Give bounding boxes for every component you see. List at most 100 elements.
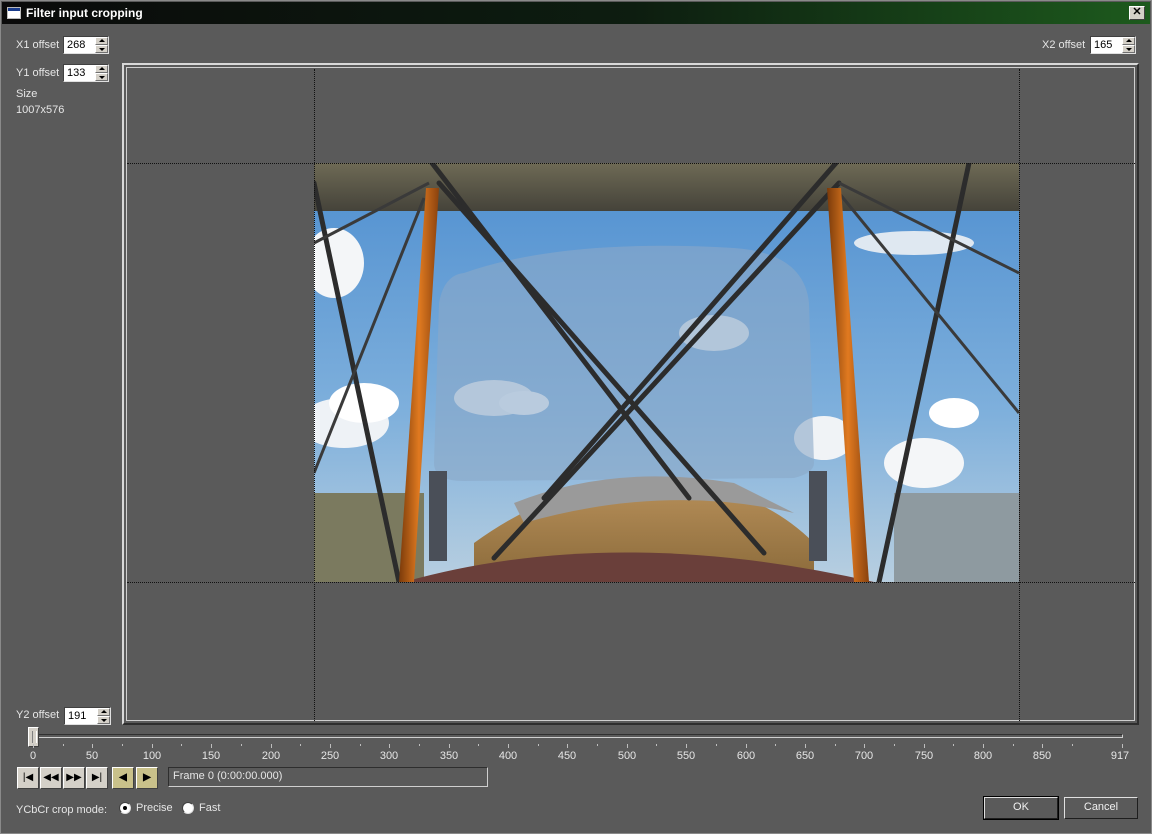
timeline-minor-tick — [181, 744, 182, 746]
timeline-tick — [924, 744, 925, 748]
next-keyframe-icon: ▶▶ — [66, 772, 82, 783]
timeline-tick — [567, 744, 568, 748]
timeline-minor-tick — [1072, 744, 1073, 746]
timeline-tick — [33, 744, 34, 748]
fast-radio[interactable] — [182, 802, 194, 814]
timeline-minor-tick — [63, 744, 64, 746]
timeline-tick-label: 100 — [142, 750, 162, 762]
timeline-minor-tick — [656, 744, 657, 746]
precise-radio[interactable] — [119, 802, 131, 814]
crop-guide-x1[interactable] — [314, 69, 315, 721]
next-key-icon: ▶ — [143, 772, 151, 783]
window-title: Filter input cropping — [26, 6, 143, 20]
timeline-minor-tick — [360, 744, 361, 746]
spin-down-icon[interactable] — [1122, 45, 1135, 53]
timeline-tick-label: 0 — [29, 750, 37, 762]
timeline-minor-tick — [241, 744, 242, 746]
y1-offset-value[interactable]: 133 — [67, 67, 85, 79]
x2-offset-spinner[interactable]: 165 — [1090, 36, 1136, 54]
crop-mode-label: YCbCr crop mode: — [16, 804, 108, 816]
timeline-tick-label: 350 — [439, 750, 459, 762]
prev-key-button[interactable]: ◀ — [112, 767, 134, 789]
timeline-minor-tick — [538, 744, 539, 746]
ok-button[interactable]: OK — [983, 796, 1059, 820]
slider-track[interactable] — [31, 734, 1123, 738]
size-label: Size — [16, 88, 38, 100]
cockpit-view-image — [314, 163, 1019, 582]
frame-text: Frame 0 (0:00:00.000) — [173, 770, 283, 782]
size-value: 1007x576 — [16, 104, 65, 116]
y2-offset-spinner[interactable]: 191 — [64, 707, 111, 725]
crop-guide-y2[interactable] — [127, 582, 1135, 583]
timeline-minor-tick — [419, 744, 420, 746]
next-key-button[interactable]: ▶ — [136, 767, 158, 789]
timeline-minor-tick — [122, 744, 123, 746]
timeline-tick — [152, 744, 153, 748]
timeline-tick — [864, 744, 865, 748]
timeline-tick-label: 800 — [973, 750, 993, 762]
close-button[interactable]: ✕ — [1129, 6, 1145, 20]
window-icon — [7, 7, 21, 19]
timeline-slider[interactable] — [26, 727, 1126, 749]
timeline-tick — [1122, 744, 1123, 748]
y1-offset-spinner[interactable]: 133 — [63, 64, 109, 82]
timeline-tick — [746, 744, 747, 748]
x1-offset-label: X1 offset — [16, 39, 60, 51]
prev-keyframe-button[interactable]: ◀◀ — [40, 767, 62, 789]
precise-label[interactable]: Precise — [136, 802, 173, 814]
spin-up-icon[interactable] — [1122, 37, 1135, 45]
spin-down-icon[interactable] — [95, 45, 108, 53]
timeline-tick — [983, 744, 984, 748]
timeline-tick-label: 500 — [617, 750, 637, 762]
timeline-tick — [627, 744, 628, 748]
timeline-tick-label: 700 — [854, 750, 874, 762]
timeline-tick — [805, 744, 806, 748]
timeline-tick-label: 250 — [320, 750, 340, 762]
go-start-button[interactable]: |◀ — [17, 767, 39, 789]
timeline-tick-label: 300 — [379, 750, 399, 762]
timeline-tick — [686, 744, 687, 748]
timeline-tick — [271, 744, 272, 748]
video-frame-image — [314, 163, 1019, 582]
fast-label[interactable]: Fast — [199, 802, 220, 814]
timeline-tick — [1042, 744, 1043, 748]
dialog-window: Filter input cropping ✕ X1 offset 268 Y1… — [0, 0, 1152, 834]
next-keyframe-button[interactable]: ▶▶ — [63, 767, 85, 789]
timeline-tick-label: 450 — [557, 750, 577, 762]
spin-down-icon[interactable] — [95, 73, 108, 81]
timeline-minor-tick — [953, 744, 954, 746]
x1-offset-spinner[interactable]: 268 — [63, 36, 109, 54]
frame-indicator: Frame 0 (0:00:00.000) — [168, 767, 488, 787]
timeline-tick-label: 400 — [498, 750, 518, 762]
timeline-tick-label: 650 — [795, 750, 815, 762]
timeline-tick-label: 550 — [676, 750, 696, 762]
y2-offset-value[interactable]: 191 — [68, 710, 86, 722]
cancel-button[interactable]: Cancel — [1064, 797, 1138, 819]
timeline-tick — [389, 744, 390, 748]
go-start-icon: |◀ — [22, 772, 34, 783]
timeline-minor-tick — [597, 744, 598, 746]
spin-up-icon[interactable] — [97, 708, 110, 716]
timeline-minor-tick — [300, 744, 301, 746]
timeline-tick-label: 50 — [85, 750, 99, 762]
timeline-tick — [92, 744, 93, 748]
crop-guide-y1[interactable] — [127, 163, 1135, 164]
timeline-tick — [508, 744, 509, 748]
go-end-button[interactable]: ▶| — [86, 767, 108, 789]
timeline-tick — [330, 744, 331, 748]
timeline-tick-label: 750 — [914, 750, 934, 762]
x1-offset-value[interactable]: 268 — [67, 39, 85, 51]
spin-up-icon[interactable] — [95, 65, 108, 73]
timeline-tick-label: 600 — [736, 750, 756, 762]
timeline-tick-label: 200 — [261, 750, 281, 762]
x2-offset-value[interactable]: 165 — [1094, 39, 1112, 51]
y2-offset-label: Y2 offset — [16, 709, 60, 721]
crop-guide-x2[interactable] — [1019, 69, 1020, 721]
spin-down-icon[interactable] — [97, 716, 110, 724]
timeline-tick — [449, 744, 450, 748]
timeline-minor-tick — [716, 744, 717, 746]
spin-up-icon[interactable] — [95, 37, 108, 45]
timeline-minor-tick — [894, 744, 895, 746]
title-bar[interactable]: Filter input cropping ✕ — [2, 2, 1150, 24]
timeline-tick — [211, 744, 212, 748]
